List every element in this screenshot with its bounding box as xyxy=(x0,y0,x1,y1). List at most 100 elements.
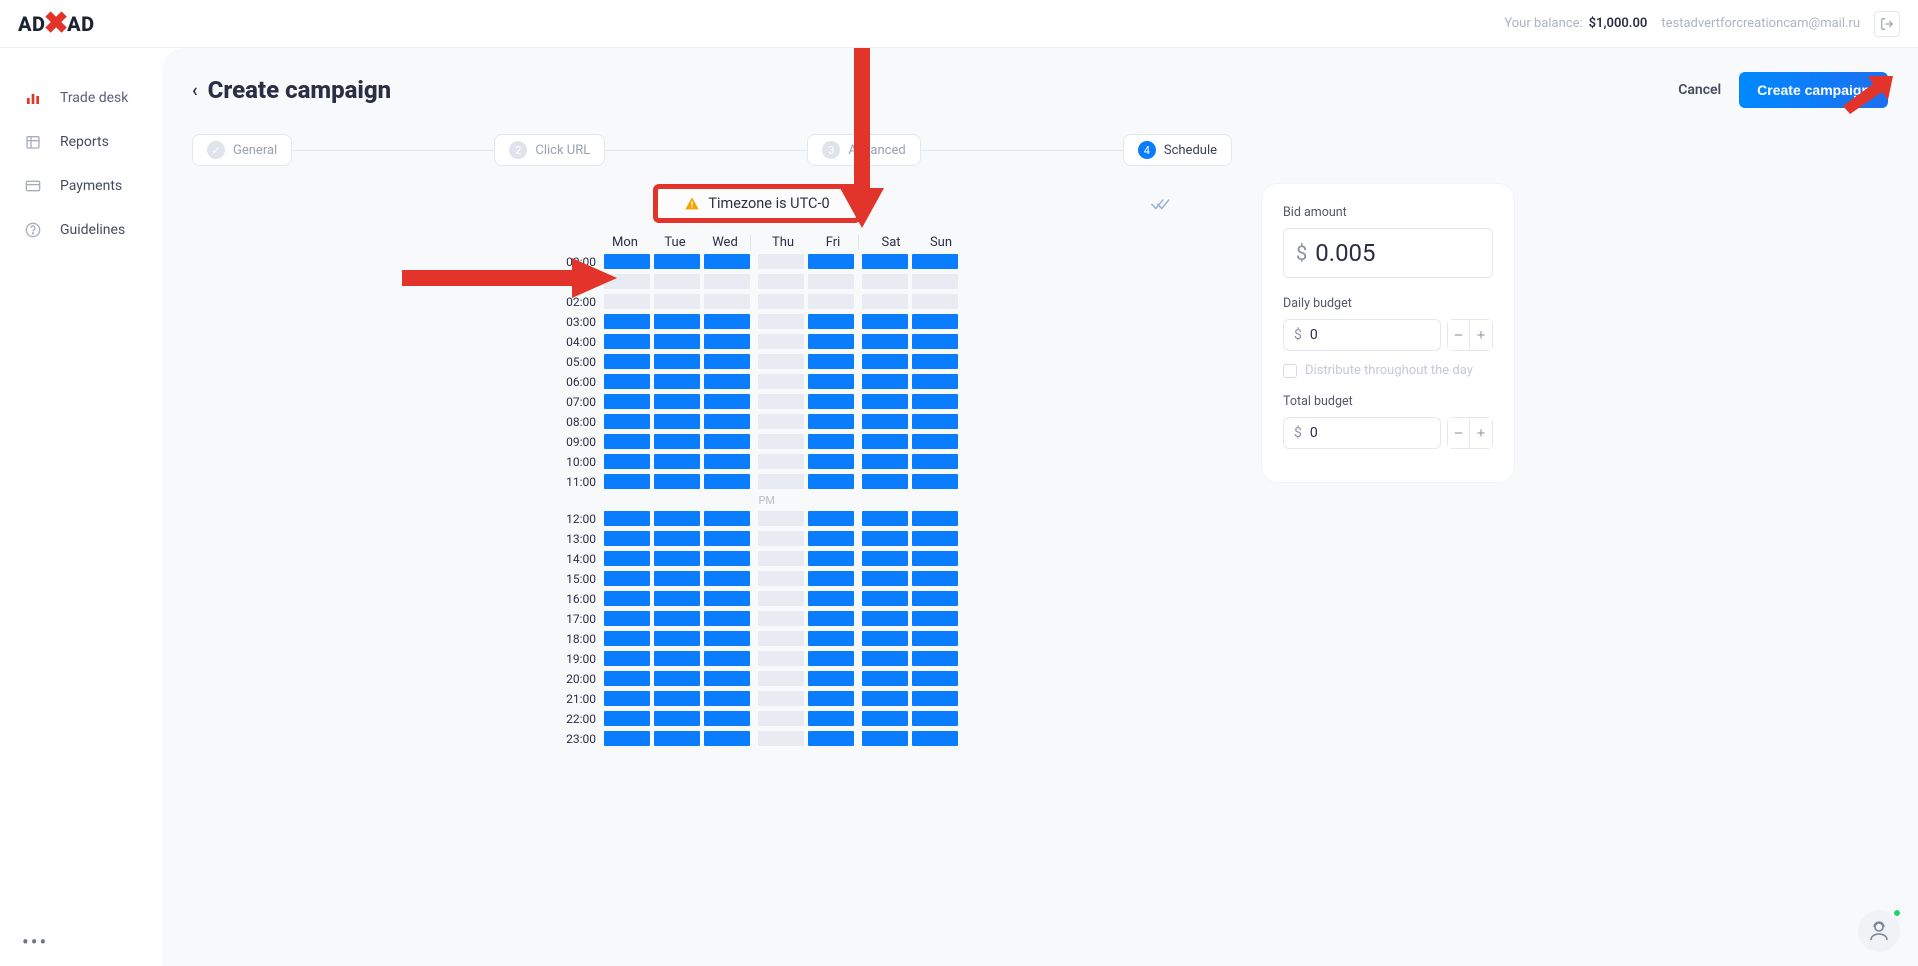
schedule-slot[interactable] xyxy=(604,691,650,706)
schedule-slot[interactable] xyxy=(654,374,700,389)
schedule-slot[interactable] xyxy=(704,531,750,546)
day-header[interactable]: Mon xyxy=(600,235,650,250)
schedule-slot[interactable] xyxy=(862,474,908,489)
schedule-slot[interactable] xyxy=(862,691,908,706)
schedule-slot[interactable] xyxy=(912,474,958,489)
day-header[interactable]: Sun xyxy=(916,235,966,250)
schedule-slot[interactable] xyxy=(654,394,700,409)
schedule-slot[interactable] xyxy=(758,551,804,566)
schedule-slot[interactable] xyxy=(654,414,700,429)
select-all-icon[interactable] xyxy=(1150,196,1172,212)
schedule-slot[interactable] xyxy=(704,571,750,586)
schedule-slot[interactable] xyxy=(912,294,958,309)
schedule-slot[interactable] xyxy=(912,414,958,429)
schedule-slot[interactable] xyxy=(912,551,958,566)
step-schedule[interactable]: 4Schedule xyxy=(1123,134,1232,166)
schedule-slot[interactable] xyxy=(654,571,700,586)
schedule-slot[interactable] xyxy=(704,414,750,429)
step-advanced[interactable]: 3Advanced xyxy=(807,134,920,166)
schedule-slot[interactable] xyxy=(604,511,650,526)
schedule-slot[interactable] xyxy=(604,334,650,349)
schedule-slot[interactable] xyxy=(912,591,958,606)
schedule-slot[interactable] xyxy=(654,511,700,526)
schedule-slot[interactable] xyxy=(758,434,804,449)
schedule-slot[interactable] xyxy=(808,591,854,606)
schedule-slot[interactable] xyxy=(704,434,750,449)
schedule-slot[interactable] xyxy=(862,434,908,449)
schedule-slot[interactable] xyxy=(758,531,804,546)
schedule-slot[interactable] xyxy=(758,671,804,686)
schedule-slot[interactable] xyxy=(862,611,908,626)
schedule-slot[interactable] xyxy=(654,354,700,369)
schedule-slot[interactable] xyxy=(862,414,908,429)
schedule-slot[interactable] xyxy=(758,314,804,329)
schedule-slot[interactable] xyxy=(912,434,958,449)
schedule-slot[interactable] xyxy=(808,511,854,526)
schedule-slot[interactable] xyxy=(704,254,750,269)
schedule-slot[interactable] xyxy=(704,511,750,526)
schedule-slot[interactable] xyxy=(654,651,700,666)
schedule-slot[interactable] xyxy=(808,414,854,429)
schedule-slot[interactable] xyxy=(704,394,750,409)
schedule-slot[interactable] xyxy=(808,651,854,666)
schedule-slot[interactable] xyxy=(808,611,854,626)
schedule-slot[interactable] xyxy=(912,671,958,686)
schedule-slot[interactable] xyxy=(912,274,958,289)
schedule-slot[interactable] xyxy=(704,551,750,566)
schedule-slot[interactable] xyxy=(654,254,700,269)
schedule-slot[interactable] xyxy=(758,474,804,489)
schedule-slot[interactable] xyxy=(862,711,908,726)
schedule-slot[interactable] xyxy=(758,334,804,349)
day-header[interactable]: Wed xyxy=(700,235,750,250)
total-budget-stepper[interactable]: − + xyxy=(1447,417,1493,449)
schedule-slot[interactable] xyxy=(654,274,700,289)
schedule-slot[interactable] xyxy=(604,274,650,289)
schedule-slot[interactable] xyxy=(862,671,908,686)
schedule-slot[interactable] xyxy=(654,314,700,329)
schedule-slot[interactable] xyxy=(704,671,750,686)
schedule-slot[interactable] xyxy=(912,651,958,666)
schedule-slot[interactable] xyxy=(758,591,804,606)
schedule-slot[interactable] xyxy=(654,711,700,726)
day-header[interactable]: Thu xyxy=(758,235,808,250)
schedule-slot[interactable] xyxy=(654,671,700,686)
schedule-slot[interactable] xyxy=(808,434,854,449)
schedule-slot[interactable] xyxy=(808,671,854,686)
schedule-slot[interactable] xyxy=(604,414,650,429)
schedule-slot[interactable] xyxy=(604,374,650,389)
create-campaign-button[interactable]: Create campaign xyxy=(1739,72,1888,108)
schedule-slot[interactable] xyxy=(604,434,650,449)
schedule-slot[interactable] xyxy=(604,394,650,409)
schedule-slot[interactable] xyxy=(862,454,908,469)
back-chevron-icon[interactable]: ‹ xyxy=(192,80,198,101)
schedule-slot[interactable] xyxy=(704,454,750,469)
schedule-slot[interactable] xyxy=(704,314,750,329)
schedule-slot[interactable] xyxy=(604,551,650,566)
sidebar-item-reports[interactable]: Reports xyxy=(0,120,162,164)
schedule-slot[interactable] xyxy=(704,651,750,666)
schedule-slot[interactable] xyxy=(808,374,854,389)
schedule-slot[interactable] xyxy=(704,354,750,369)
schedule-slot[interactable] xyxy=(862,314,908,329)
step-click-url[interactable]: 2Click URL xyxy=(494,134,605,166)
schedule-slot[interactable] xyxy=(758,711,804,726)
schedule-slot[interactable] xyxy=(862,254,908,269)
decrement-button[interactable]: − xyxy=(1448,418,1470,448)
schedule-slot[interactable] xyxy=(604,571,650,586)
schedule-slot[interactable] xyxy=(704,374,750,389)
schedule-slot[interactable] xyxy=(912,711,958,726)
schedule-slot[interactable] xyxy=(704,691,750,706)
schedule-slot[interactable] xyxy=(758,691,804,706)
schedule-slot[interactable] xyxy=(758,374,804,389)
schedule-slot[interactable] xyxy=(654,531,700,546)
schedule-slot[interactable] xyxy=(604,711,650,726)
schedule-slot[interactable] xyxy=(912,631,958,646)
schedule-slot[interactable] xyxy=(758,511,804,526)
schedule-slot[interactable] xyxy=(862,294,908,309)
schedule-slot[interactable] xyxy=(704,711,750,726)
schedule-slot[interactable] xyxy=(808,691,854,706)
schedule-slot[interactable] xyxy=(808,551,854,566)
day-header[interactable]: Fri xyxy=(808,235,858,250)
schedule-slot[interactable] xyxy=(808,294,854,309)
schedule-slot[interactable] xyxy=(862,571,908,586)
